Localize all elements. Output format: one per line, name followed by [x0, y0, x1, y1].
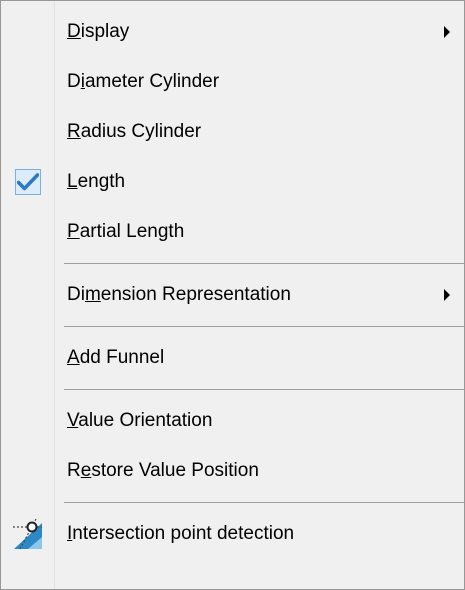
icon-cell: [1, 57, 54, 107]
icon-cell: [1, 333, 54, 383]
menu-item-label: Radius Cylinder: [67, 121, 202, 142]
menu-item-length[interactable]: Length: [1, 157, 464, 207]
menu-item-label: Display: [67, 21, 130, 42]
icon-cell: [1, 207, 54, 257]
menu-item-display[interactable]: Display: [1, 7, 464, 57]
menu-item-value-orientation[interactable]: Value Orientation: [1, 396, 464, 446]
icon-cell: [1, 446, 54, 496]
menu-separator: [64, 389, 464, 390]
menu-item-label: Restore Value Position: [67, 460, 259, 481]
intersection-point-icon: [12, 518, 42, 550]
icon-cell: [1, 270, 54, 320]
icon-cell: [1, 107, 54, 157]
submenu-arrow-icon: [444, 26, 450, 38]
icon-cell: [1, 509, 54, 559]
check-mark-icon: [14, 169, 41, 195]
menu-item-label: Dimension Representation: [67, 284, 291, 305]
context-menu: Display Diameter Cylinder Radius Cylinde…: [0, 0, 465, 590]
menu-item-label: Intersection point detection: [67, 523, 295, 544]
menu-item-radius-cylinder[interactable]: Radius Cylinder: [1, 107, 464, 157]
menu-item-label: Diameter Cylinder: [67, 71, 220, 92]
menu-separator: [64, 263, 464, 264]
menu-item-partial-length[interactable]: Partial Length: [1, 207, 464, 257]
menu-item-diameter-cylinder[interactable]: Diameter Cylinder: [1, 57, 464, 107]
menu-separator: [64, 502, 464, 503]
menu-item-add-funnel[interactable]: Add Funnel: [1, 333, 464, 383]
icon-cell: [1, 157, 54, 207]
menu-item-intersection-point-detection[interactable]: Intersection point detection: [1, 509, 464, 559]
menu-item-label: Value Orientation: [67, 410, 213, 431]
submenu-arrow-icon: [444, 289, 450, 301]
icon-cell: [1, 396, 54, 446]
menu-item-label: Add Funnel: [67, 347, 165, 368]
icon-cell: [1, 7, 54, 57]
menu-item-dimension-representation[interactable]: Dimension Representation: [1, 270, 464, 320]
menu-item-label: Partial Length: [67, 221, 185, 242]
menu-separator: [64, 326, 464, 327]
menu-item-label: Length: [67, 171, 126, 192]
menu-item-restore-value-position[interactable]: Restore Value Position: [1, 446, 464, 496]
